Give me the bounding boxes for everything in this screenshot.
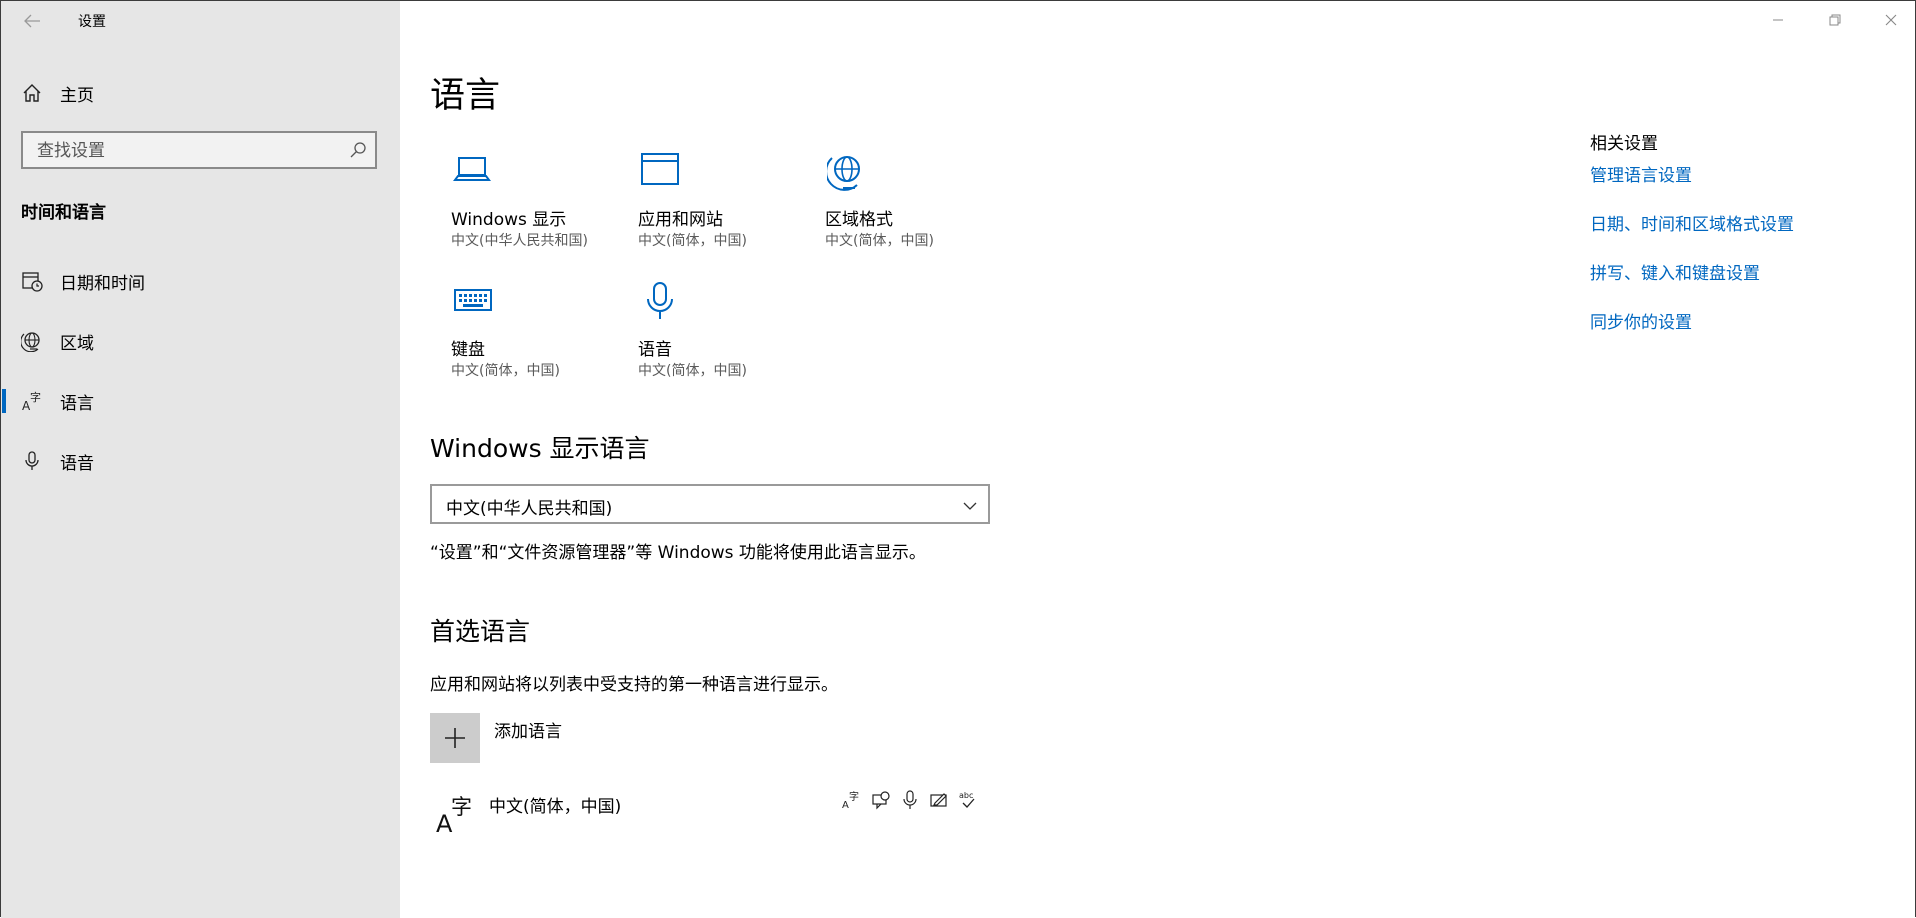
- add-language-label: 添加语言: [494, 722, 562, 742]
- tile-apps-websites[interactable]: 应用和网站 中文(简体，中国): [638, 152, 808, 262]
- display-language-heading: Windows 显示语言: [430, 434, 650, 463]
- link-manage-language-settings[interactable]: 管理语言设置: [1590, 161, 1692, 186]
- speech-recognition-icon: [872, 791, 890, 810]
- text-to-speech-icon: [903, 790, 917, 809]
- sidebar: 设置 主页 时间和语言 日期和时间 区域: [1, 1, 400, 918]
- spell-check-icon: abc: [959, 791, 975, 808]
- tile-keyboard[interactable]: 键盘 中文(简体，中国): [451, 282, 621, 392]
- language-icon: A 字: [436, 795, 472, 834]
- tile-title: 语音: [638, 340, 672, 360]
- selection-indicator: [2, 389, 6, 413]
- display-language-dropdown[interactable]: 中文(中华人民共和国): [430, 484, 990, 524]
- home-label: 主页: [60, 85, 94, 106]
- language-icon: A 字: [22, 390, 41, 412]
- display-language-icon: A 字: [842, 790, 859, 810]
- add-language-button[interactable]: 添加语言: [430, 713, 562, 763]
- sidebar-section-title: 时间和语言: [21, 203, 106, 223]
- link-spelling-typing-keyboard-settings[interactable]: 拼写、键入和键盘设置: [1590, 259, 1760, 284]
- tile-windows-display[interactable]: Windows 显示 中文(中华人民共和国): [451, 152, 621, 262]
- tile-title: 键盘: [451, 340, 485, 360]
- tile-subtitle: 中文(简体，中国): [638, 233, 747, 249]
- tile-speech[interactable]: 语音 中文(简体，中国): [638, 282, 808, 392]
- calendar-clock-icon: [22, 272, 43, 292]
- globe-format-icon: [827, 156, 860, 191]
- search-icon[interactable]: [349, 141, 367, 159]
- handwriting-icon: [930, 793, 947, 807]
- svg-text:abc: abc: [959, 791, 973, 800]
- tile-title: Windows 显示: [451, 210, 567, 230]
- svg-text:字: 字: [451, 795, 472, 819]
- back-arrow-icon[interactable]: [20, 9, 44, 33]
- restore-icon[interactable]: [1820, 6, 1850, 34]
- tile-subtitle: 中文(简体，中国): [638, 363, 747, 379]
- tile-title: 应用和网站: [638, 210, 723, 230]
- language-name: 中文(简体，中国): [489, 797, 622, 817]
- minimize-icon[interactable]: [1763, 6, 1793, 34]
- tile-subtitle: 中文(简体，中国): [451, 363, 560, 379]
- sidebar-item-label: 语言: [60, 393, 94, 414]
- search-box[interactable]: [21, 131, 377, 169]
- sidebar-item-language[interactable]: A 字 语言: [1, 379, 400, 423]
- dropdown-selected-value: 中文(中华人民共和国): [446, 499, 613, 519]
- tile-region-format[interactable]: 区域格式 中文(简体，中国): [825, 152, 995, 262]
- link-date-time-region-settings[interactable]: 日期、时间和区域格式设置: [1590, 210, 1794, 235]
- sidebar-item-label: 区域: [60, 333, 94, 354]
- tile-title: 区域格式: [825, 210, 893, 230]
- search-input[interactable]: [35, 139, 339, 163]
- microphone-icon: [25, 451, 39, 470]
- close-icon[interactable]: [1876, 6, 1906, 34]
- sidebar-item-label: 日期和时间: [60, 273, 145, 294]
- laptop-icon: [453, 157, 491, 181]
- tile-subtitle: 中文(简体，中国): [825, 233, 934, 249]
- home-nav[interactable]: 主页: [21, 81, 94, 106]
- language-list-item[interactable]: A 字 中文(简体，中国) A 字 abc: [430, 790, 1000, 840]
- plus-icon[interactable]: [430, 713, 480, 763]
- page-title: 语言: [430, 76, 501, 116]
- app-title: 设置: [78, 14, 106, 30]
- link-sync-settings[interactable]: 同步你的设置: [1590, 308, 1692, 333]
- display-language-description: “设置”和“文件资源管理器”等 Windows 功能将使用此语言显示。: [430, 543, 926, 563]
- sidebar-item-speech[interactable]: 语音: [1, 439, 400, 483]
- tile-subtitle: 中文(中华人民共和国): [451, 233, 588, 249]
- preferred-languages-heading: 首选语言: [430, 617, 531, 646]
- chevron-down-icon: [963, 502, 977, 510]
- svg-text:A: A: [842, 800, 849, 810]
- keyboard-icon: [454, 289, 492, 311]
- browser-window-icon: [641, 153, 679, 185]
- sidebar-item-date-time[interactable]: 日期和时间: [1, 259, 400, 303]
- globe-icon: [21, 332, 40, 352]
- preferred-languages-description: 应用和网站将以列表中受支持的第一种语言进行显示。: [430, 675, 838, 695]
- home-icon: [23, 84, 41, 102]
- related-settings-heading: 相关设置: [1590, 134, 1658, 154]
- svg-text:字: 字: [30, 390, 41, 404]
- sidebar-item-label: 语音: [60, 453, 94, 474]
- svg-text:字: 字: [849, 790, 859, 803]
- sidebar-item-region[interactable]: 区域: [1, 319, 400, 363]
- microphone-icon: [647, 282, 673, 319]
